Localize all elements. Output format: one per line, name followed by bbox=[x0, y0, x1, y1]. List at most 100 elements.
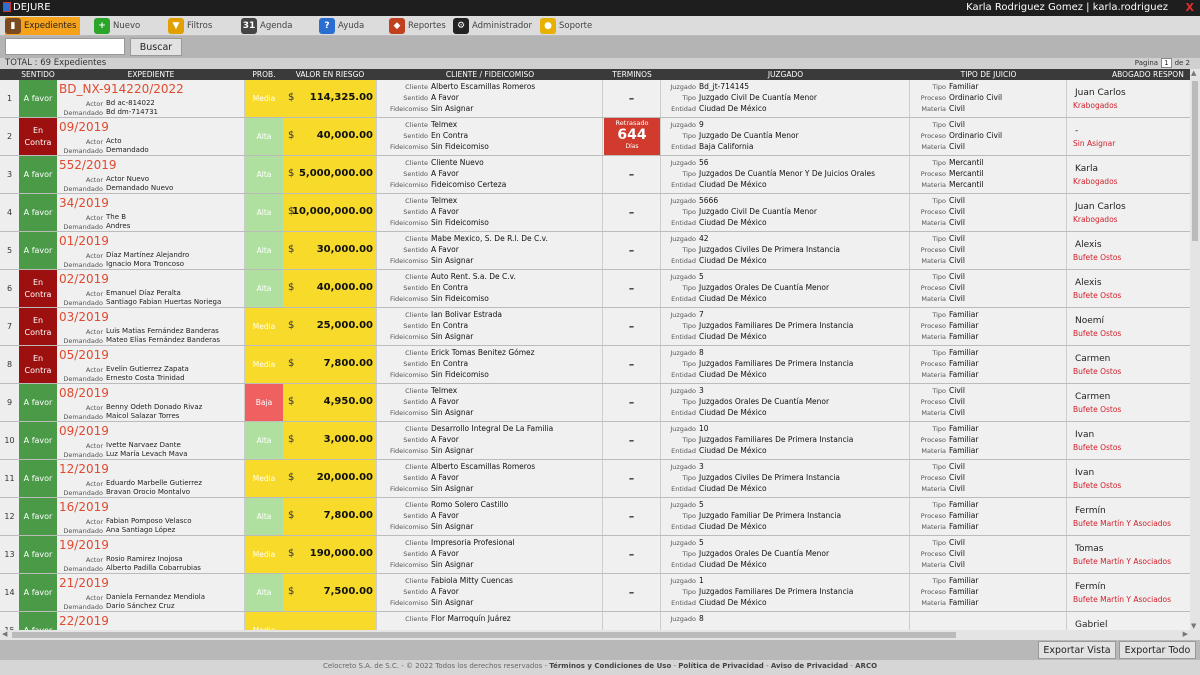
column-header-abogado[interactable]: ABOGADO RESPON bbox=[1067, 70, 1190, 79]
column-header-tipo-juicio[interactable]: TIPO DE JUICIO bbox=[910, 70, 1067, 79]
expediente-number[interactable]: 34/2019 bbox=[59, 196, 109, 210]
expediente-number[interactable]: 22/2019 bbox=[59, 614, 109, 628]
table-row[interactable]: 8 En Contra 05/2019 Actor Evelin Gutierrez Z… bbox=[0, 346, 1190, 384]
table-row[interactable]: 2 En Contra 09/2019 Actor Acto Demandado Deman… bbox=[0, 118, 1190, 156]
column-header-sentido[interactable]: SENTIDO bbox=[19, 70, 57, 79]
abogado-name[interactable]: Fermín bbox=[1075, 582, 1106, 592]
vertical-scrollbar[interactable]: ▲ ▼ bbox=[1190, 69, 1200, 630]
column-header-expediente[interactable]: EXPEDIENTE bbox=[57, 70, 245, 79]
column-header-terminos[interactable]: TERMINOS bbox=[603, 70, 661, 79]
table-row[interactable]: 10 A favor 09/2019 Actor Ivette Narvaez Dant… bbox=[0, 422, 1190, 460]
table-row[interactable]: 7 En Contra 03/2019 Actor Luis Matias Fernán… bbox=[0, 308, 1190, 346]
export-view-button[interactable]: Exportar Vista bbox=[1038, 641, 1116, 659]
abogado-name[interactable]: Juan Carlos bbox=[1075, 88, 1126, 98]
abogado-name[interactable]: Carmen bbox=[1075, 354, 1110, 364]
expediente-number[interactable]: 08/2019 bbox=[59, 386, 109, 400]
toolbar-filtros-button[interactable]: ▼ Filtros bbox=[168, 17, 212, 35]
table-row[interactable]: 4 A favor 34/2019 Actor The B Demandado Andres… bbox=[0, 194, 1190, 232]
expediente-cell[interactable]: 552/2019 Actor Actor Nuevo Demandado Demanda… bbox=[57, 156, 245, 193]
table-row[interactable]: 13 A favor 19/2019 Actor Rosio Ramirez Inojo… bbox=[0, 536, 1190, 574]
expediente-cell[interactable]: 05/2019 Actor Evelin Gutierrez Zapata Deman… bbox=[57, 346, 245, 383]
abogado-name[interactable]: Ivan bbox=[1075, 430, 1094, 440]
expediente-cell[interactable]: 03/2019 Actor Luis Matias Fernández Bander… bbox=[57, 308, 245, 345]
abogado-firm[interactable]: Bufete Martín Y Asociados bbox=[1073, 519, 1171, 528]
abogado-name[interactable]: Karla bbox=[1075, 164, 1098, 174]
expediente-number[interactable]: 19/2019 bbox=[59, 538, 109, 552]
scroll-left-icon[interactable]: ◀ bbox=[2, 630, 7, 638]
abogado-firm[interactable]: Bufete Martín Y Asociados bbox=[1073, 595, 1171, 604]
abogado-firm[interactable]: Bufete Ostos bbox=[1073, 481, 1121, 490]
table-row[interactable]: 9 A favor 08/2019 Actor Benny Odeth Donado R… bbox=[0, 384, 1190, 422]
table-row[interactable]: 3 A favor 552/2019 Actor Actor Nuevo Demandad… bbox=[0, 156, 1190, 194]
abogado-firm[interactable]: Bufete Martín Y Asociados bbox=[1073, 557, 1171, 566]
expediente-cell[interactable]: BD_NX-914220/2022 Actor Bd ac-814022 Demand… bbox=[57, 80, 245, 117]
horizontal-scroll-thumb[interactable] bbox=[12, 632, 956, 638]
abogado-name[interactable]: - bbox=[1075, 126, 1078, 136]
abogado-firm[interactable]: Krabogados bbox=[1073, 177, 1118, 186]
abogado-firm[interactable]: Bufete Ostos bbox=[1073, 291, 1121, 300]
toolbar-reportes-button[interactable]: ◆ Reportes bbox=[389, 17, 446, 35]
export-all-button[interactable]: Exportar Todo bbox=[1119, 641, 1196, 659]
abogado-firm[interactable]: Bufete Ostos bbox=[1073, 405, 1121, 414]
column-header-cliente[interactable]: CLIENTE / FIDEICOMISO bbox=[377, 70, 603, 79]
table-row[interactable]: 6 En Contra 02/2019 Actor Emanuel Díaz Peral… bbox=[0, 270, 1190, 308]
vertical-scroll-thumb[interactable] bbox=[1192, 81, 1198, 241]
expediente-cell[interactable]: 22/2019 bbox=[57, 612, 245, 630]
expediente-number[interactable]: 09/2019 bbox=[59, 424, 109, 438]
abogado-name[interactable]: Alexis bbox=[1075, 278, 1102, 288]
expediente-cell[interactable]: 01/2019 Actor Díaz Martínez Alejandro Deman… bbox=[57, 232, 245, 269]
abogado-firm[interactable]: Bufete Ostos bbox=[1073, 443, 1121, 452]
abogado-name[interactable]: Fermín bbox=[1075, 506, 1106, 516]
abogado-name[interactable]: Tomas bbox=[1075, 544, 1103, 554]
scroll-up-icon[interactable]: ▲ bbox=[1191, 69, 1196, 77]
abogado-firm[interactable]: Bufete Ostos bbox=[1073, 367, 1121, 376]
horizontal-scrollbar[interactable]: ◀ ▶ bbox=[0, 630, 1200, 640]
expediente-cell[interactable]: 12/2019 Actor Eduardo Marbelle Gutierrez De… bbox=[57, 460, 245, 497]
toolbar-soporte-button[interactable]: ● Soporte bbox=[540, 17, 592, 35]
expediente-cell[interactable]: 08/2019 Actor Benny Odeth Donado Rivaz Dema… bbox=[57, 384, 245, 421]
abogado-name[interactable]: Ivan bbox=[1075, 468, 1094, 478]
column-header-prob[interactable]: PROB. bbox=[245, 70, 283, 79]
expediente-number[interactable]: 16/2019 bbox=[59, 500, 109, 514]
abogado-firm[interactable]: Krabogados bbox=[1073, 101, 1118, 110]
footer-link-terminos[interactable]: Términos y Condiciones de Uso bbox=[549, 662, 671, 670]
expediente-cell[interactable]: 19/2019 Actor Rosio Ramirez Inojosa Demanda… bbox=[57, 536, 245, 573]
scroll-down-icon[interactable]: ▼ bbox=[1191, 622, 1196, 630]
table-row[interactable]: 5 A favor 01/2019 Actor Díaz Martínez Alejan… bbox=[0, 232, 1190, 270]
abogado-firm[interactable]: Krabogados bbox=[1073, 215, 1118, 224]
table-row[interactable]: 1 A favor BD_NX-914220/2022 Actor Bd ac-8140… bbox=[0, 80, 1190, 118]
abogado-firm[interactable]: Sin Asignar bbox=[1073, 139, 1115, 148]
footer-link-aviso[interactable]: Aviso de Privacidad bbox=[771, 662, 848, 670]
toolbar-administrador-button[interactable]: ⚙ Administrador bbox=[453, 17, 532, 35]
user-info[interactable]: Karla Rodriguez Gomez | karla.rodriguez bbox=[966, 2, 1168, 13]
toolbar-ayuda-button[interactable]: ? Ayuda bbox=[319, 17, 364, 35]
abogado-name[interactable]: Carmen bbox=[1075, 392, 1110, 402]
table-row[interactable]: 12 A favor 16/2019 Actor Fabian Pomposo Vela… bbox=[0, 498, 1190, 536]
abogado-name[interactable]: Noemí bbox=[1075, 316, 1104, 326]
expediente-number[interactable]: 09/2019 bbox=[59, 120, 109, 134]
page-number-input[interactable]: 1 bbox=[1161, 58, 1172, 68]
table-row[interactable]: 11 A favor 12/2019 Actor Eduardo Marbelle Gu… bbox=[0, 460, 1190, 498]
column-header-juzgado[interactable]: JUZGADO bbox=[661, 70, 910, 79]
toolbar-expedientes-button[interactable]: ▮ Expedientes bbox=[5, 17, 81, 35]
table-row[interactable]: 15A favor22/2019 Media ClienteFlor Marroqu… bbox=[0, 612, 1190, 630]
expediente-cell[interactable]: 09/2019 Actor Acto Demandado Demandado bbox=[57, 118, 245, 155]
expediente-cell[interactable]: 21/2019 Actor Daniela Fernandez Mendiola De… bbox=[57, 574, 245, 611]
expediente-cell[interactable]: 16/2019 Actor Fabian Pomposo Velasco Demand… bbox=[57, 498, 245, 535]
search-button[interactable]: Buscar bbox=[130, 38, 182, 56]
expediente-number[interactable]: 02/2019 bbox=[59, 272, 109, 286]
footer-link-arco[interactable]: ARCO bbox=[855, 662, 877, 670]
expediente-cell[interactable]: 34/2019 Actor The B Demandado Andres bbox=[57, 194, 245, 231]
late-badge[interactable]: Retrasado 644 Días bbox=[604, 118, 660, 155]
abogado-name[interactable]: Gabriel bbox=[1075, 620, 1107, 630]
expediente-number[interactable]: 21/2019 bbox=[59, 576, 109, 590]
expediente-cell[interactable]: 09/2019 Actor Ivette Narvaez Dante Demandad… bbox=[57, 422, 245, 459]
abogado-firm[interactable]: Bufete Ostos bbox=[1073, 329, 1121, 338]
column-header-valor[interactable]: VALOR EN RIESGO bbox=[283, 70, 377, 79]
abogado-firm[interactable]: Bufete Ostos bbox=[1073, 253, 1121, 262]
footer-link-privacidad[interactable]: Política de Privacidad bbox=[678, 662, 764, 670]
expediente-cell[interactable]: 02/2019 Actor Emanuel Díaz Peralta Demandad… bbox=[57, 270, 245, 307]
expediente-number[interactable]: 03/2019 bbox=[59, 310, 109, 324]
abogado-name[interactable]: Juan Carlos bbox=[1075, 202, 1126, 212]
abogado-name[interactable]: Alexis bbox=[1075, 240, 1102, 250]
